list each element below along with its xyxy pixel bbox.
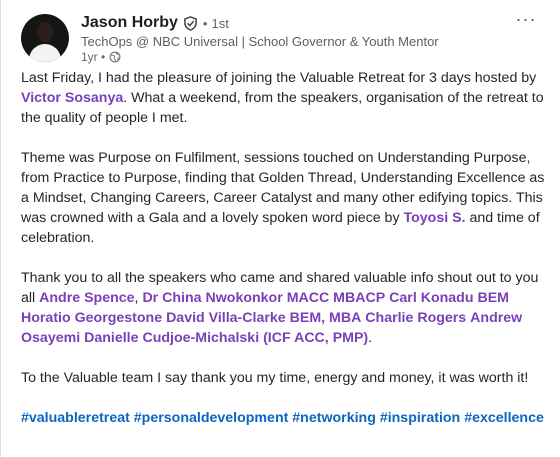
hashtag-link[interactable]: #networking [292,410,376,426]
verified-shield-icon [183,15,198,31]
mention-link[interactable]: Danielle Cudjoe-Michalski (ICF ACC, PMP) [84,330,368,346]
paragraph-3: Thank you to all the speakers who came a… [21,268,549,348]
paragraph-text: To the Valuable team I say thank you my … [21,370,529,386]
hashtag-link[interactable]: #valuableretreat [21,410,130,426]
mention-link[interactable]: Toyosi S. [403,210,465,226]
degree-separator: • [202,15,208,31]
author-name-row: Jason Horby • 1st [81,12,229,34]
avatar-shirt [29,44,61,62]
hashtag-list: #valuableretreat #personaldevelopment #n… [21,408,549,428]
post-header: Jason Horby • 1st TechOps @ NBC Universa… [21,10,544,68]
mention-link[interactable]: Dr China Nwokonkor MACC MBACP [142,290,385,306]
feed-post: Jason Horby • 1st TechOps @ NBC Universa… [0,0,560,457]
paragraph-2: Theme was Purpose on Fulfilment, session… [21,148,549,248]
author-avatar[interactable] [21,14,69,62]
paragraph-text: . [368,330,373,346]
hashtag-link[interactable]: #personaldevelopment [134,410,289,426]
mention-link[interactable]: Andre Spence [39,290,134,306]
connection-degree: 1st [211,15,229,31]
hashtag-link[interactable]: #excellence [464,410,544,426]
hashtag-link[interactable]: #inspiration [380,410,460,426]
post-time: 1yr • [81,50,106,64]
avatar-face [37,22,53,42]
mention-link[interactable]: Victor Sosanya [21,90,123,106]
mention-link[interactable]: Horatio Georgestone [21,310,162,326]
mention-link[interactable]: David Villa-Clarke BEM, MBA [166,310,361,326]
post-meta: 1yr • [81,50,121,64]
globe-icon [109,51,121,63]
author-name[interactable]: Jason Horby [81,14,178,32]
paragraph-text: Last Friday, I had the pleasure of joini… [21,70,537,86]
post-body: Last Friday, I had the pleasure of joini… [21,68,549,448]
mention-link[interactable]: Carl Konadu BEM [389,290,509,306]
paragraph-4: To the Valuable team I say thank you my … [21,368,549,388]
more-options-button[interactable]: ··· [512,10,540,34]
mention-link[interactable]: Charlie Rogers [365,310,466,326]
author-headline: TechOps @ NBC Universal | School Governo… [81,34,439,49]
paragraph-1: Last Friday, I had the pleasure of joini… [21,68,549,128]
